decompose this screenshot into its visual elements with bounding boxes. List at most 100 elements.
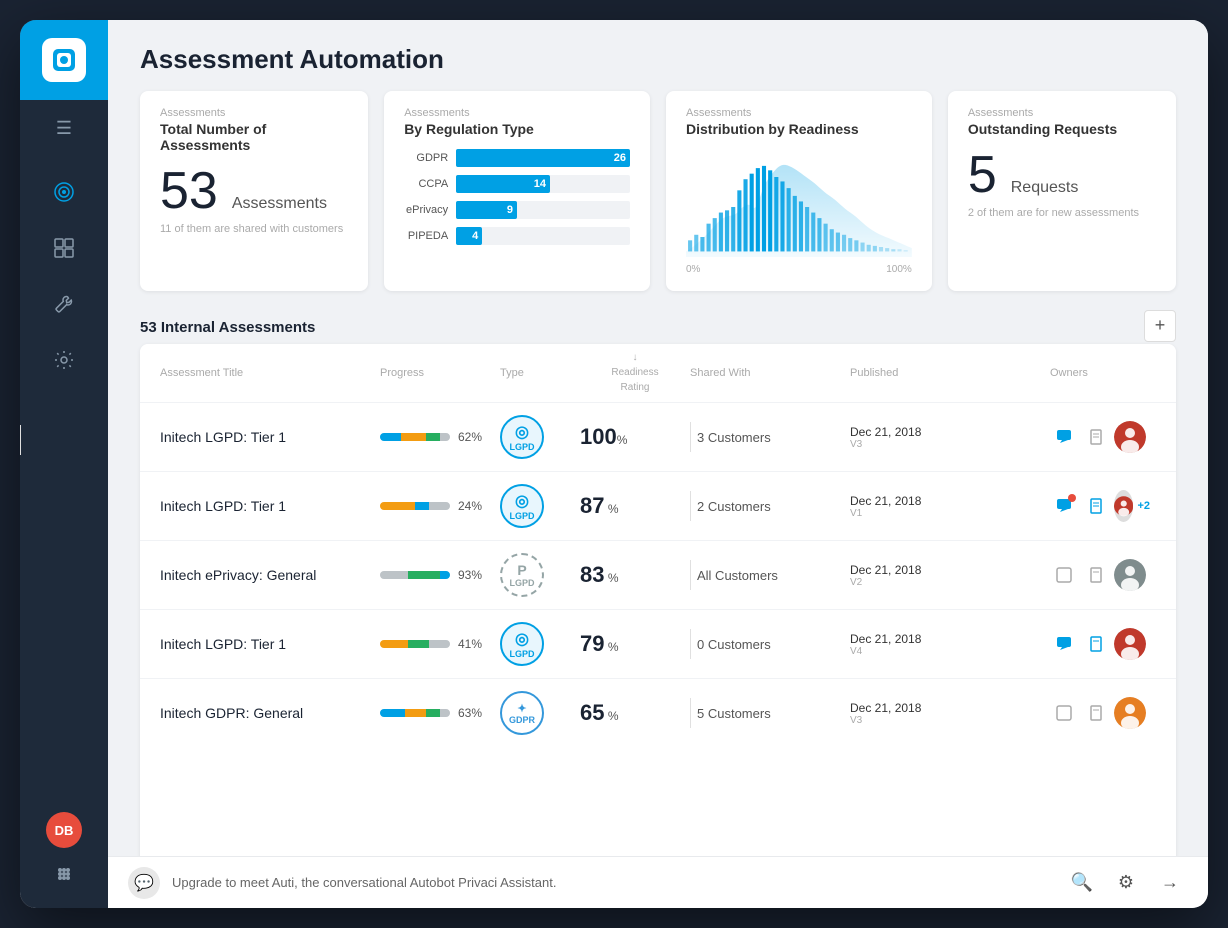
file-blue-icon[interactable] (1082, 492, 1110, 520)
more-menu-button[interactable]: ⋮ (1150, 427, 1176, 448)
sidebar-item-tools[interactable] (20, 276, 108, 332)
bottom-actions: 🔍 ⚙ → (1064, 865, 1188, 901)
owner-avatar (1114, 490, 1133, 522)
stat-total-section: Assessments (160, 107, 348, 119)
sidebar: ☰ (20, 20, 108, 908)
readiness-cell: 65 % (580, 700, 690, 726)
table-row: Initech LGPD: Tier 1 24% (140, 472, 1176, 541)
logo-icon (42, 38, 86, 82)
assessment-title: Initech LGPD: Tier 1 (160, 498, 380, 514)
dashboard-icon (53, 237, 75, 259)
filter-button[interactable]: ⚙ (1108, 865, 1144, 901)
shared-cell: 5 Customers (690, 698, 850, 728)
progress-cell: 63% (380, 706, 500, 720)
type-cell: ◎ LGPD (500, 622, 580, 666)
file-blue-icon[interactable] (1082, 630, 1110, 658)
sidebar-item-settings[interactable] (20, 332, 108, 388)
shared-cell: 2 Customers (690, 491, 850, 521)
stats-row: Assessments Total Number of Assessments … (108, 91, 1208, 307)
owner-avatar (1114, 559, 1146, 591)
stat-out-sub: 2 of them are for new assessments (968, 207, 1156, 219)
shared-cell: 0 Customers (690, 629, 850, 659)
table-row: Initech LGPD: Tier 1 41% (140, 610, 1176, 679)
col-assessment-title: Assessment Title (160, 352, 380, 394)
col-published: Published (850, 352, 1050, 394)
table-section: 53 Internal Assessments + Assessment Tit… (108, 307, 1208, 908)
more-menu-button[interactable]: ⋮ (1150, 565, 1176, 586)
chat-icon[interactable] (1050, 423, 1078, 451)
readiness-cell: 100% (580, 424, 690, 450)
readiness-cell: 79 % (580, 631, 690, 657)
bar-pipeda: PIPEDA 4 (404, 227, 630, 245)
stat-outstanding: Assessments Outstanding Requests 5 Reque… (948, 91, 1176, 291)
chat-notification-icon[interactable] (1050, 492, 1078, 520)
dist-axis-end: 100% (886, 264, 912, 275)
stat-total-number: 53 (160, 165, 218, 217)
progress-cell: 93% (380, 568, 500, 582)
owner-avatar (1114, 697, 1146, 729)
bottom-bar: 💬 Upgrade to meet Auti, the conversation… (108, 856, 1208, 908)
stat-dist-title: Distribution by Readiness (686, 121, 912, 137)
checkbox-icon[interactable] (1050, 699, 1078, 727)
stat-out-title: Outstanding Requests (968, 121, 1156, 137)
owner-cell (1050, 697, 1150, 729)
page-title: Assessment Automation (140, 44, 1176, 75)
file-icon[interactable] (1082, 561, 1110, 589)
more-menu-button[interactable]: ⋮ (1150, 496, 1176, 517)
owner-avatar (1114, 628, 1146, 660)
stat-total-unit: Assessments (232, 195, 327, 213)
sidebar-item-radar[interactable] (20, 164, 108, 220)
table-row: Initech GDPR: General 63% (140, 679, 1176, 747)
app-logo[interactable] (20, 20, 108, 100)
shared-cell: All Customers (690, 560, 850, 590)
assessment-title: Initech ePrivacy: General (160, 567, 380, 583)
col-shared: Shared With (690, 352, 850, 394)
shared-cell: 3 Customers (690, 422, 850, 452)
stat-total: Assessments Total Number of Assessments … (140, 91, 368, 291)
progress-cell: 41% (380, 637, 500, 651)
assessments-table: Assessment Title Progress Type ↓ Readine… (140, 344, 1176, 908)
sidebar-bottom: DB (46, 812, 82, 908)
notification-dot (1068, 494, 1076, 502)
hamburger-icon: ☰ (56, 118, 72, 139)
file-icon[interactable] (1082, 423, 1110, 451)
stat-out-unit: Requests (1011, 179, 1079, 197)
chat-icon[interactable] (1050, 630, 1078, 658)
pub-cell: Dec 21, 2018 V4 (850, 632, 1050, 657)
type-cell: ✦ GDPR (500, 691, 580, 735)
owner-cell (1050, 628, 1150, 660)
readiness-cell: 83 % (580, 562, 690, 588)
stat-reg-title: By Regulation Type (404, 121, 630, 137)
menu-toggle[interactable]: ☰ (20, 104, 108, 152)
stat-out-number: 5 (968, 149, 997, 201)
type-cell: ◎ LGPD (500, 484, 580, 528)
stat-total-title: Total Number of Assessments (160, 121, 348, 153)
wrench-icon (53, 293, 75, 315)
progress-cell: 62% (380, 430, 500, 444)
file-icon[interactable] (1082, 699, 1110, 727)
add-assessment-button[interactable]: + (1144, 310, 1176, 342)
search-button[interactable]: 🔍 (1064, 865, 1100, 901)
settings-icon (53, 349, 75, 371)
col-type: Type (500, 352, 580, 394)
stat-distribution: Assessments Distribution by Readiness (666, 91, 932, 291)
stat-dist-section: Assessments (686, 107, 912, 119)
user-avatar[interactable]: DB (46, 812, 82, 848)
pub-cell: Dec 21, 2018 V1 (850, 494, 1050, 519)
col-readiness: ↓ Readiness Rating (580, 352, 690, 394)
checkbox-icon[interactable] (1050, 561, 1078, 589)
sidebar-item-dashboard[interactable] (20, 220, 108, 276)
page-header: Assessment Automation (108, 20, 1208, 91)
bar-ccpa: CCPA 14 (404, 175, 630, 193)
extra-owners-count: +2 (1137, 500, 1150, 512)
type-cell: ◎ LGPD (500, 415, 580, 459)
more-menu-button[interactable]: ⋮ (1150, 634, 1176, 655)
owner-cell (1050, 559, 1150, 591)
stat-total-sub: 11 of them are shared with customers (160, 223, 348, 235)
navigate-button[interactable]: → (1152, 865, 1188, 901)
more-menu-button[interactable]: ⋮ (1150, 703, 1176, 724)
stat-regulation: Assessments By Regulation Type GDPR 26 C… (384, 91, 650, 291)
grid-icon[interactable] (46, 856, 82, 892)
table-header-row: 53 Internal Assessments + (140, 307, 1176, 344)
col-progress: Progress (380, 352, 500, 394)
